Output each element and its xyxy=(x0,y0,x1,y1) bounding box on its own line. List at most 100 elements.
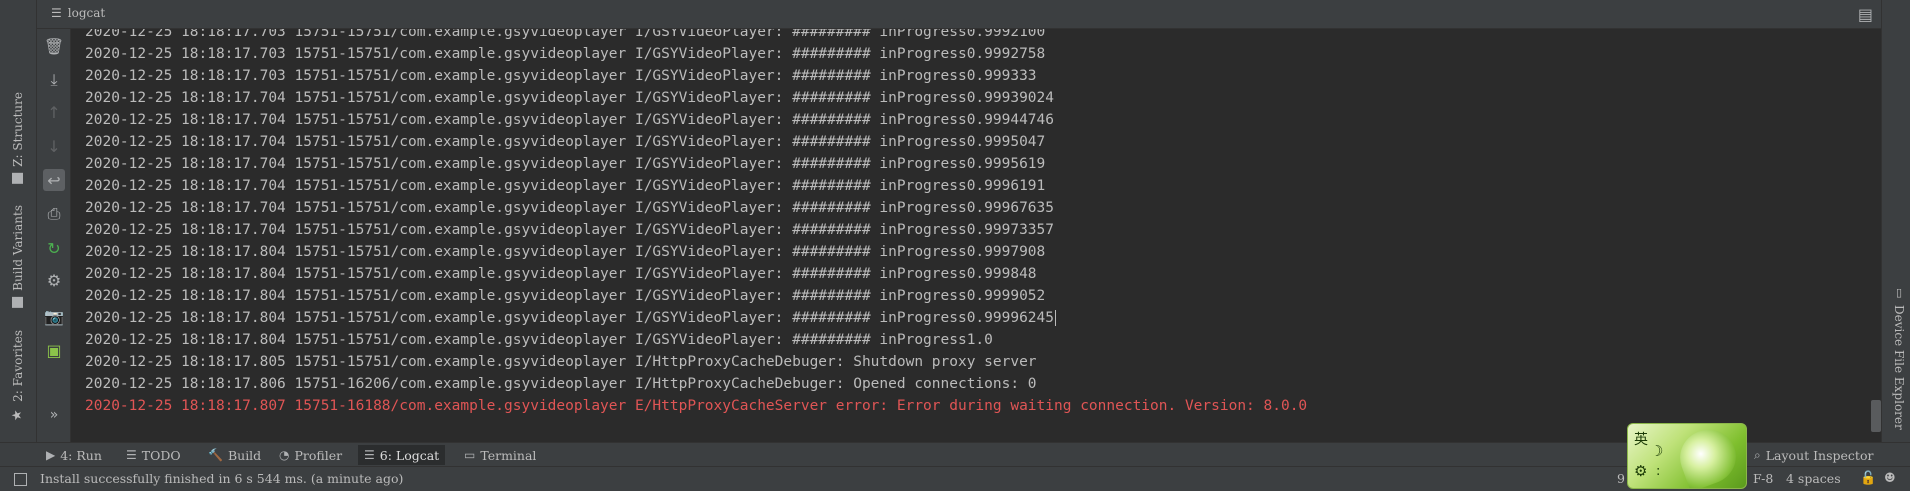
tool-windows-toggle-icon[interactable] xyxy=(14,473,27,486)
logcat-output[interactable]: 2020-12-25 18:18:17.703 15751-15751/com.… xyxy=(71,29,1881,442)
favorites-tab[interactable]: ★ 2: Favorites xyxy=(4,330,32,423)
ime-language-char[interactable]: 英 xyxy=(1634,429,1648,449)
log-line: 2020-12-25 18:18:17.704 15751-15751/com.… xyxy=(85,153,1307,175)
logcat-header-icon: ☰ xyxy=(51,6,62,20)
up-button[interactable]: ↑ xyxy=(43,101,65,123)
notification-icon[interactable]: ☻ xyxy=(1884,471,1896,486)
log-line-text: 2020-12-25 18:18:17.704 15751-15751/com.… xyxy=(85,178,1046,194)
tab-run-label: 4: Run xyxy=(60,447,102,463)
favorites-tab-label: 2: Favorites xyxy=(11,330,25,402)
log-line-text: 2020-12-25 18:18:17.806 15751-16206/com.… xyxy=(85,376,1037,392)
moon-icon: ☽ xyxy=(1650,442,1664,460)
status-bar: Install successfully finished in 6 s 544… xyxy=(0,466,1910,491)
tab-build-label: Build xyxy=(227,447,262,463)
screen-record-button[interactable]: ▣ xyxy=(43,339,65,361)
tab-run[interactable]: ▶ 4: Run xyxy=(40,445,108,465)
soft-wrap-icon: ↩ xyxy=(47,170,61,190)
restart-icon: ↻ xyxy=(47,238,61,258)
tab-layout-inspector-label: Layout Inspector xyxy=(1765,447,1874,463)
ime-gear-icon[interactable]: ⚙ xyxy=(1634,462,1647,480)
more-actions-button[interactable]: » xyxy=(43,404,65,426)
record-icon: ▣ xyxy=(46,340,62,360)
log-line-text: 2020-12-25 18:18:17.805 15751-15751/com.… xyxy=(85,354,1037,370)
star-icon: ★ xyxy=(10,407,26,423)
tab-terminal[interactable]: ▭ Terminal xyxy=(458,445,542,465)
ime-widget[interactable]: 英 ☽ ⚙ : xyxy=(1627,423,1747,489)
tab-profiler-label: Profiler xyxy=(294,447,343,463)
tab-profiler[interactable]: ◔ Profiler xyxy=(273,445,348,465)
log-line: 2020-12-25 18:18:17.703 15751-15751/com.… xyxy=(85,65,1307,87)
tab-todo-label: TODO xyxy=(141,447,181,463)
log-line: 2020-12-25 18:18:17.704 15751-15751/com.… xyxy=(85,219,1307,241)
log-line: 2020-12-25 18:18:17.804 15751-15751/com.… xyxy=(85,263,1307,285)
chevron-double-right-icon: » xyxy=(49,407,59,423)
run-icon: ▶ xyxy=(46,448,56,462)
todo-icon: ☰ xyxy=(126,448,137,462)
log-line: 2020-12-25 18:18:17.804 15751-15751/com.… xyxy=(85,307,1307,329)
log-lines: 2020-12-25 18:18:17.703 15751-15751/com.… xyxy=(85,29,1307,417)
tab-logcat[interactable]: ☰ 6: Logcat xyxy=(358,445,446,465)
build-variants-tab-label: Build Variants xyxy=(11,205,25,291)
log-line: 2020-12-25 18:18:17.804 15751-15751/com.… xyxy=(85,241,1307,263)
status-encoding[interactable]: F-8 xyxy=(1753,471,1773,486)
log-line-text: 2020-12-25 18:18:17.704 15751-15751/com.… xyxy=(85,134,1046,150)
log-line-text: 2020-12-25 18:18:17.804 15751-15751/com.… xyxy=(85,266,1037,282)
right-tool-strip: ▯ Device File Explorer xyxy=(1881,0,1910,442)
print-button[interactable]: ⎙ xyxy=(43,203,65,225)
tab-layout-inspector[interactable]: ⌕ Layout Inspector xyxy=(1748,445,1879,465)
scroll-to-end-button[interactable]: ⤓ xyxy=(43,69,65,91)
build-icon: 🔨 xyxy=(208,448,223,462)
gear-icon: ⚙ xyxy=(46,270,62,290)
log-line: 2020-12-25 18:18:17.703 15751-15751/com.… xyxy=(85,29,1307,43)
screenshot-button[interactable]: 📷 xyxy=(43,305,65,327)
arrow-up-icon: ↑ xyxy=(47,102,61,122)
status-partial-left[interactable]: 9 xyxy=(1617,471,1625,486)
log-line: 2020-12-25 18:18:17.804 15751-15751/com.… xyxy=(85,285,1307,307)
status-message[interactable]: Install successfully finished in 6 s 544… xyxy=(40,471,403,486)
log-line: 2020-12-25 18:18:17.704 15751-15751/com.… xyxy=(85,175,1307,197)
tab-build[interactable]: 🔨 Build xyxy=(202,445,267,465)
log-line-text: 2020-12-25 18:18:17.804 15751-15751/com.… xyxy=(85,244,1046,260)
ime-dots-icon: : xyxy=(1656,464,1661,479)
leaf-icon xyxy=(1672,424,1744,488)
logcat-title: ☰ logcat xyxy=(51,6,105,20)
soft-wrap-button[interactable]: ↩ xyxy=(43,169,65,191)
scroll-to-end-icon: ⤓ xyxy=(50,70,58,89)
arrow-down-icon: ↓ xyxy=(47,136,61,156)
log-line-text: 2020-12-25 18:18:17.804 15751-15751/com.… xyxy=(85,310,1055,326)
status-indent[interactable]: 4 spaces xyxy=(1786,471,1841,486)
structure-tab-label: Z: Structure xyxy=(11,92,25,167)
clear-logcat-button[interactable]: 🗑 xyxy=(43,35,65,57)
log-line-text: 2020-12-25 18:18:17.804 15751-15751/com.… xyxy=(85,332,993,348)
build-variants-tab[interactable]: Build Variants xyxy=(4,205,32,308)
device-file-explorer-tab[interactable]: ▯ Device File Explorer xyxy=(1892,286,1906,430)
log-line-text: 2020-12-25 18:18:17.807 15751-16188/com.… xyxy=(85,398,1308,414)
camera-icon: 📷 xyxy=(44,306,64,326)
log-line-text: 2020-12-25 18:18:17.704 15751-15751/com.… xyxy=(85,90,1055,106)
logcat-toolbar: 🗑 ⤓ ↑ ↓ ↩ ⎙ ↻ ⚙ 📷 ▣ » xyxy=(37,29,71,442)
structure-tab[interactable]: Z: Structure xyxy=(4,92,32,184)
log-line-text: 2020-12-25 18:18:17.703 15751-15751/com.… xyxy=(85,68,1037,84)
down-button[interactable]: ↓ xyxy=(43,135,65,157)
terminal-icon: ▭ xyxy=(464,448,476,462)
logcat-title-label: logcat xyxy=(67,6,106,20)
print-icon: ⎙ xyxy=(47,204,61,223)
log-line-text: 2020-12-25 18:18:17.703 15751-15751/com.… xyxy=(85,29,1046,40)
vertical-scrollbar-thumb[interactable] xyxy=(1871,400,1881,432)
tab-todo[interactable]: ☰ TODO xyxy=(120,445,187,465)
lock-icon[interactable]: 🔓 xyxy=(1860,471,1876,486)
build-variants-icon xyxy=(12,296,24,308)
panel-options-icon[interactable]: ▤ xyxy=(1858,5,1873,24)
log-line: 2020-12-25 18:18:17.703 15751-15751/com.… xyxy=(85,43,1307,65)
log-line: 2020-12-25 18:18:17.805 15751-15751/com.… xyxy=(85,351,1307,373)
trash-icon: 🗑 xyxy=(43,36,65,56)
restart-button[interactable]: ↻ xyxy=(43,237,65,259)
device-icon: ▯ xyxy=(1892,286,1906,299)
log-line-error: 2020-12-25 18:18:17.807 15751-16188/com.… xyxy=(85,395,1307,417)
log-line-text: 2020-12-25 18:18:17.804 15751-15751/com.… xyxy=(85,288,1046,304)
logcat-header: ☰ logcat ▤ xyxy=(37,0,1881,29)
log-line-text: 2020-12-25 18:18:17.703 15751-15751/com.… xyxy=(85,46,1046,62)
log-line: 2020-12-25 18:18:17.806 15751-16206/com.… xyxy=(85,373,1307,395)
bottom-tool-tabs: ▶ 4: Run ☰ TODO 🔨 Build ◔ Profiler ☰ 6: … xyxy=(0,442,1910,467)
settings-button[interactable]: ⚙ xyxy=(43,269,65,291)
